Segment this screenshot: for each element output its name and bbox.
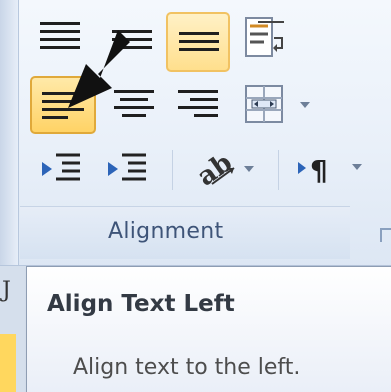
align-right-icon xyxy=(178,90,218,120)
document-edge-text: J xyxy=(2,278,11,303)
ribbon-alignment-group: ab ¶ Alignment xyxy=(0,0,391,266)
tooltip-description: Align text to the left. xyxy=(73,355,301,380)
group-label-bar: Alignment xyxy=(20,206,350,259)
text-direction-icon: ab xyxy=(194,150,238,188)
text-direction-button[interactable]: ab xyxy=(188,146,264,192)
dialog-launcher-icon[interactable] xyxy=(380,228,391,242)
justify-icon xyxy=(179,32,219,60)
ribbon-left-edge xyxy=(0,0,19,265)
increase-indent-icon xyxy=(108,153,146,181)
tooltip-title: Align Text Left xyxy=(47,291,235,317)
mouse-pointer-icon xyxy=(68,30,130,108)
group-separator xyxy=(172,150,173,190)
paragraph-settings-icon xyxy=(245,17,284,57)
group-label-alignment: Alignment xyxy=(108,219,224,244)
align-text-right-button[interactable] xyxy=(172,80,224,130)
table-alignment-icon xyxy=(245,85,283,123)
increase-indent-button[interactable] xyxy=(100,146,156,192)
decrease-indent-icon xyxy=(42,153,80,181)
group-separator xyxy=(278,150,279,190)
word-ribbon-screenshot: ab ¶ Alignment J Align Text Left Align t… xyxy=(0,0,391,392)
svg-text:¶: ¶ xyxy=(310,154,328,186)
paragraph-dialog-button[interactable] xyxy=(240,14,288,66)
document-highlight xyxy=(0,334,16,392)
decrease-indent-button[interactable] xyxy=(34,146,90,192)
left-to-right-icon: ¶ xyxy=(298,154,328,186)
chevron-down-icon xyxy=(300,102,310,108)
chevron-down-icon xyxy=(352,164,362,170)
alignment-dropdown-button[interactable] xyxy=(240,80,320,130)
tooltip: Align Text Left Align text to the left. xyxy=(26,266,391,392)
justify-button[interactable] xyxy=(166,12,230,72)
chevron-down-icon xyxy=(244,166,254,172)
ltr-paragraph-button[interactable]: ¶ xyxy=(290,146,370,192)
